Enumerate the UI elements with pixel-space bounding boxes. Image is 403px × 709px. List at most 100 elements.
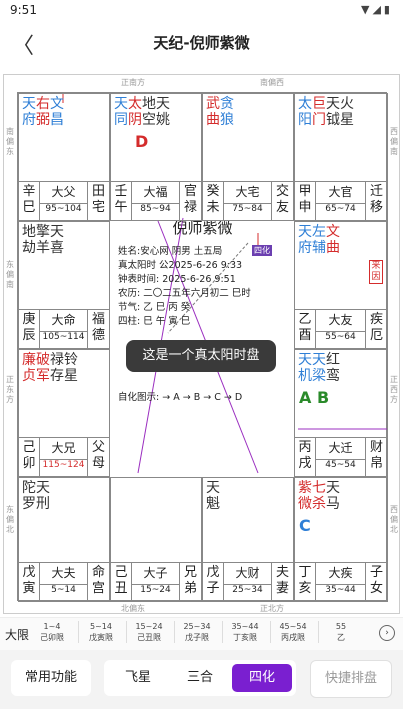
next-icon[interactable]: › [379,625,395,641]
ganzhi: 癸未 [203,182,224,220]
ganzhi: 己卯 [19,438,40,476]
star[interactable]: 天梁 [312,352,326,384]
status-time: 9:51 [10,3,37,17]
ganzhi: 辛巳 [19,182,40,220]
age-range: 15~24 [132,584,179,595]
palace-stars: 天府左辅文曲 [298,224,384,256]
daxian-label: 大限 [5,628,30,642]
star[interactable]: 铃星 [64,352,78,384]
star[interactable]: 天刑 [36,480,50,512]
palace-name: 官禄 [183,184,197,215]
tab-sihua[interactable]: 四化 [232,664,292,692]
star[interactable]: 地空 [142,96,156,128]
star[interactable]: 紫微 [298,480,312,512]
daxian-item[interactable]: 15~24 己丑限 [126,621,171,643]
daxian-item[interactable]: 25~34 戊子限 [174,621,219,643]
palace-stars: 陀罗天刑 [22,480,106,512]
star[interactable]: 地劫 [22,224,36,256]
daxian-item[interactable]: 35~44 丁亥限 [222,621,267,643]
star[interactable]: 天机 [298,352,312,384]
page-title: 天纪-倪师紫微 [153,34,250,52]
palace-yin[interactable]: 陀罗天刑戊寅大夫 5~14 命宫 [18,477,110,602]
star[interactable]: 红鸾 [326,352,340,384]
info-solar-time: 真太阳时 公2025-6-26 9:33 [118,260,243,271]
palace-name: 命宫 [91,565,105,596]
common-functions-button[interactable]: 常用功能 [11,660,91,696]
palace-wei[interactable]: 武曲贪狼癸未大宅 75~84 交友 [202,93,294,221]
ganzhi: 乙酉 [295,310,316,348]
ganzhi: 壬午 [111,182,132,220]
palace-stars: 天同太阴地空天姚 [114,96,198,128]
palace-si[interactable]: 天府右弼文昌辛巳大父 95~104 田宅 [18,93,110,221]
palace-name: 子女 [369,565,383,596]
star[interactable]: 巨门 [312,96,326,128]
palace-stars: 地劫擎羊天喜 [22,224,106,256]
dir-left-3: 正东方 [6,375,14,404]
star[interactable]: 陀罗 [22,480,36,512]
star[interactable]: 廉贞 [22,352,36,384]
sihua-marker: A B [299,388,330,407]
star[interactable]: 天马 [326,480,340,512]
star[interactable]: 七杀 [312,480,326,512]
age-range: 65~74 [316,203,365,214]
mode-switcher: 飞星 三合 四化 [104,660,296,696]
star[interactable]: 左辅 [312,224,326,256]
sihua-badge[interactable]: 四化 [252,245,272,256]
star[interactable]: 天府 [298,224,312,256]
star[interactable]: 擎羊 [36,224,50,256]
palace-zi[interactable]: 天魁戊子大财 25~34 夫妻 [202,477,294,602]
palace-chou[interactable]: 己丑大子 15~24 兄弟 [110,477,202,602]
star[interactable]: 破军 [36,352,50,384]
ganzhi: 戊子 [203,563,224,601]
star[interactable]: 太阳 [298,96,312,128]
palace-xu[interactable]: 天机天梁红鸾 A B 丙戌大迁 45~54 财帛 [294,349,388,477]
quick-chart-button[interactable]: 快捷排盘 [310,660,392,698]
ganzhi: 甲申 [295,182,316,220]
age-range: 45~54 [316,459,365,470]
info-lunar: 农历: 二〇二五年六月初二 巳时 [118,288,251,299]
info-clock-time: 钟表时间: 2025-6-26 9:51 [118,274,236,285]
dir-right-1: 西偏南 [390,127,398,156]
palace-name: 兄弟 [183,565,197,596]
daxian-item[interactable]: 1~4 己卯限 [30,621,74,643]
tab-sanhe[interactable]: 三合 [170,664,230,692]
daxian-item[interactable]: 55 乙 [318,621,363,643]
palace-chen[interactable]: 地劫擎羊天喜庚辰大命 105~114 福德 [18,221,110,349]
star[interactable]: 文昌 [50,96,64,128]
star[interactable]: 天魁 [206,480,220,512]
palace-stars: 太阳巨门天钺火星 [298,96,384,128]
age-range: 75~84 [224,203,271,214]
star[interactable]: 火星 [340,96,354,128]
palace-name: 夫妻 [275,565,289,596]
star[interactable]: 禄存 [50,352,64,384]
star[interactable]: 太阴 [128,96,142,128]
daxian-palace-name: 大迁 [328,441,353,455]
palace-wu[interactable]: 天同太阴地空天姚 D 壬午大福 85~94 官禄 [110,93,202,221]
palace-name: 疾厄 [369,312,383,343]
age-range: 95~104 [40,203,87,214]
palace-you[interactable]: 天府左辅文曲来因乙酉大友 55~64 疾厄 [294,221,388,349]
bottom-toolbar: 常用功能 飞星 三合 四化 快捷排盘 [0,650,403,709]
palace-hai[interactable]: 紫微七杀天马 C 丁亥大疾 35~44 子女 [294,477,388,602]
ganzhi: 戊寅 [19,563,40,601]
star[interactable]: 天喜 [50,224,64,256]
palace-shen[interactable]: 太阳巨门天钺火星甲申大官 65~74 迁移 [294,93,388,221]
star[interactable]: 天同 [114,96,128,128]
palace-name: 田宅 [91,184,105,215]
star[interactable]: 右弼 [36,96,50,128]
daxian-item[interactable]: 5~14 戊寅限 [78,621,123,643]
star[interactable]: 武曲 [206,96,220,128]
age-range: 85~94 [132,203,179,214]
star[interactable]: 天府 [22,96,36,128]
star[interactable]: 天钺 [326,96,340,128]
star[interactable]: 贪狼 [220,96,234,128]
tab-feixing[interactable]: 飞星 [108,664,168,692]
daxian-item[interactable]: 45~54 丙戌限 [270,621,315,643]
star[interactable]: 文曲 [326,224,340,256]
palace-mao[interactable]: 廉贞破军禄存铃星己卯大兄 115~124 父母 [18,349,110,477]
stamp: 来因 [369,260,383,284]
star[interactable]: 天姚 [156,96,170,128]
dir-top-mid: 正南方 [121,78,145,87]
palace-stars: 天魁 [206,480,290,512]
dir-bottom-left: 北偏东 [121,604,145,613]
